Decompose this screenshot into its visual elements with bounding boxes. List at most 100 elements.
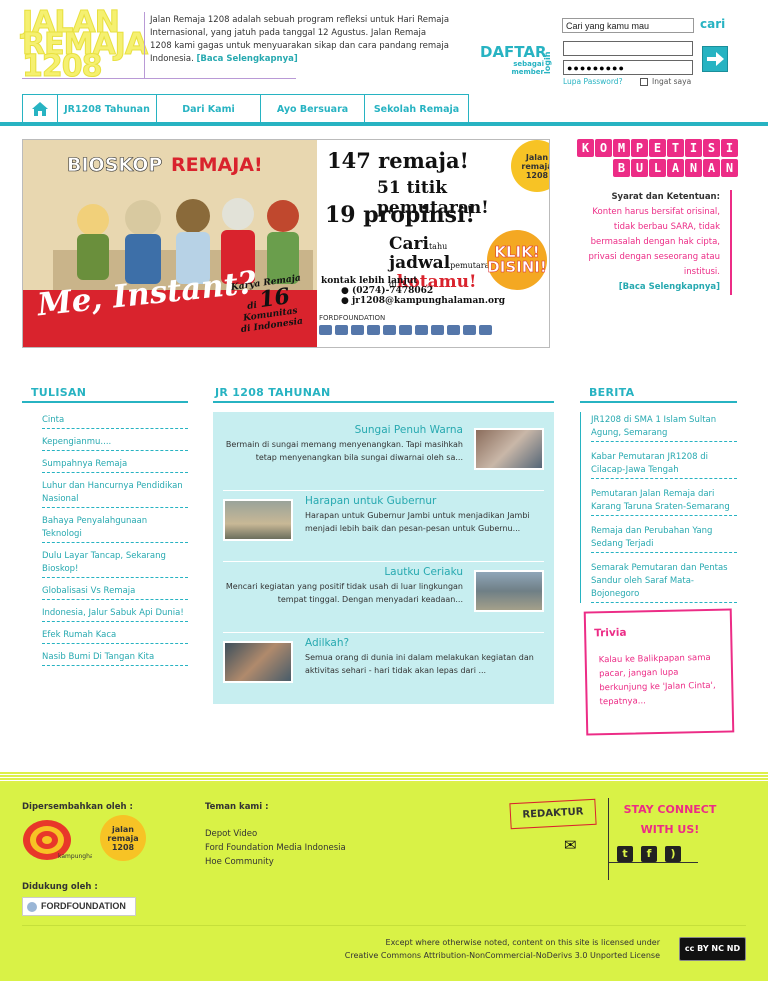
friends-label: Teman kami : xyxy=(205,802,269,812)
remember-me-checkbox[interactable] xyxy=(640,78,648,86)
twitter-icon[interactable]: t xyxy=(617,846,633,862)
trivia-box: Trivia Kalau ke Balikpapan sama pacar, j… xyxy=(583,608,735,736)
facebook-icon[interactable]: f xyxy=(641,846,657,862)
nav-dari-kami[interactable]: Dari Kami xyxy=(156,94,261,123)
article-title[interactable]: Lautku Ceriaku xyxy=(223,566,463,579)
list-item[interactable]: Sumpahnya Remaja xyxy=(42,456,188,473)
list-item[interactable]: Efek Rumah Kaca xyxy=(42,627,188,644)
list-item-link[interactable]: JR1208 di SMA 1 Islam Sultan Agung, Sema… xyxy=(591,415,716,438)
license-text: Except where otherwise noted, content on… xyxy=(330,936,660,962)
list-item-link[interactable]: Kabar Pemutaran JR1208 di Cilacap-Jawa T… xyxy=(591,452,708,475)
article-title[interactable]: Adilkah? xyxy=(305,637,545,650)
password-field[interactable] xyxy=(563,60,693,75)
register-sub-label: sebagai member xyxy=(511,60,544,76)
article-item[interactable]: Sungai Penuh Warna Bermain di sungai mema… xyxy=(223,420,544,491)
promo-banner[interactable]: BIOSKOP REMAJA! Me, Instant? Karya Remaj… xyxy=(22,139,550,348)
list-item-link[interactable]: Dulu Layar Tancap, Sekarang Bioskop! xyxy=(42,551,166,574)
list-item-link[interactable]: Semarak Pemutaran dan Pentas Sandur oleh… xyxy=(591,563,728,599)
nav-ayo-bersuara[interactable]: Ayo Bersuara xyxy=(260,94,365,123)
footer-divider xyxy=(608,798,609,880)
nav-underline xyxy=(0,122,768,126)
nav-home[interactable] xyxy=(22,94,58,123)
list-item-link[interactable]: Bahaya Penyalahgunaan Teknologi xyxy=(42,516,147,539)
article-item[interactable]: Harapan untuk Gubernur Harapan untuk Gube… xyxy=(223,491,544,562)
redaktur-button[interactable]: REDAKTUR xyxy=(509,798,597,830)
list-item[interactable]: Bahaya Penyalahgunaan Teknologi xyxy=(42,513,188,543)
forgot-password-link[interactable]: Lupa Password? xyxy=(563,77,623,86)
list-item-link[interactable]: Remaja dan Perubahan Yang Sedang Terjadi xyxy=(591,526,712,549)
kompetisi-letter: I xyxy=(685,139,702,157)
list-item[interactable]: Indonesia, Jalur Sabuk Api Dunia! xyxy=(42,605,188,622)
ford-foundation-logo[interactable]: FORDFOUNDATION xyxy=(22,897,136,916)
list-item[interactable]: Cinta xyxy=(42,412,188,429)
article-thumbnail[interactable] xyxy=(223,641,293,683)
rss-icon[interactable]: ) xyxy=(665,846,681,862)
list-item[interactable]: Luhur dan Hancurnya Pendidikan Nasional xyxy=(42,478,188,508)
friend-link[interactable]: Hoe Community xyxy=(205,857,274,867)
banner-contact: kontak lebih lanjut ● (0274)-7478062 ● j… xyxy=(321,276,506,306)
list-item[interactable]: Remaja dan Perubahan Yang Sedang Terjadi xyxy=(591,523,737,553)
login-button[interactable] xyxy=(702,46,728,72)
article-thumbnail[interactable] xyxy=(474,428,544,470)
list-item[interactable]: Globalisasi Vs Remaja xyxy=(42,583,188,600)
stay-connect-line-2: WITH US! xyxy=(640,823,700,836)
nav-sekolah-remaja[interactable]: Sekolah Remaja xyxy=(364,94,469,123)
article-item[interactable]: Adilkah? Semua orang di dunia ini dalam m… xyxy=(223,633,544,704)
login-label: login xyxy=(543,51,552,74)
banner-stat-propinsi: 19 propinsi! xyxy=(325,202,476,228)
intro-read-more-link[interactable]: [Baca Selengkapnya] xyxy=(197,54,298,64)
header-underline xyxy=(22,78,296,79)
jalan-remaja-logo[interactable]: jalan remaja 1208 xyxy=(100,815,146,861)
list-item[interactable]: Pemutaran Jalan Remaja dari Karang Tarun… xyxy=(591,486,737,516)
list-item[interactable]: Nasib Bumi Di Tangan Kita xyxy=(42,649,188,666)
list-item[interactable]: Kabar Pemutaran JR1208 di Cilacap-Jawa T… xyxy=(591,449,737,479)
kompetisi-letter: N xyxy=(721,159,738,177)
karya-di: di xyxy=(246,300,258,312)
list-item[interactable]: Semarak Pemutaran dan Pentas Sandur oleh… xyxy=(591,560,737,603)
tulisan-list: Cinta Kepengianmu.... Sumpahnya Remaja Luhu… xyxy=(42,412,188,666)
kompetisi-letter: B xyxy=(613,159,630,177)
article-excerpt: Bermain di sungai memang menyenangkan. T… xyxy=(225,440,463,462)
username-field[interactable] xyxy=(563,41,693,56)
kompetisi-bulanan-title[interactable]: KOMPETISI BULANAN xyxy=(570,139,738,179)
list-item[interactable]: Dulu Layar Tancap, Sekarang Bioskop! xyxy=(42,548,188,578)
list-item[interactable]: JR1208 di SMA 1 Islam Sultan Agung, Sema… xyxy=(591,412,737,442)
list-item-link[interactable]: Efek Rumah Kaca xyxy=(42,630,116,640)
article-thumbnail[interactable] xyxy=(223,499,293,541)
banner-poster: BIOSKOP REMAJA! Me, Instant? Karya Remaj… xyxy=(23,140,317,347)
friend-link[interactable]: Depot Video xyxy=(205,829,257,839)
list-item-link[interactable]: Pemutaran Jalan Remaja dari Karang Tarun… xyxy=(591,489,730,512)
kampunghalaman-logo[interactable]: kampunghalaman xyxy=(22,818,92,862)
kompetisi-read-more-link[interactable]: [Baca Selengkapnya] xyxy=(619,282,720,292)
list-item-link[interactable]: Nasib Bumi Di Tangan Kita xyxy=(42,652,154,662)
footer-stripes xyxy=(0,771,768,783)
intro-text: Jalan Remaja 1208 adalah sebuah program … xyxy=(150,15,450,64)
list-item-link[interactable]: Cinta xyxy=(42,415,64,425)
search-input[interactable] xyxy=(562,18,694,33)
register-link[interactable]: DAFTAR sebagai member xyxy=(480,44,547,76)
article-item[interactable]: Lautku Ceriaku Mencari kegiatan yang posi… xyxy=(223,562,544,633)
trivia-title: Trivia xyxy=(594,626,627,640)
list-item-link[interactable]: Globalisasi Vs Remaja xyxy=(42,586,135,596)
list-item[interactable]: Kepengianmu.... xyxy=(42,434,188,451)
license-link[interactable]: Creative Commons Attribution-NonCommerci… xyxy=(345,951,660,960)
list-item-link[interactable]: Luhur dan Hancurnya Pendidikan Nasional xyxy=(42,481,183,504)
site-logo[interactable]: JALAN REMAJA 1208 xyxy=(22,7,149,82)
article-excerpt: Semua orang di dunia ini dalam melakukan… xyxy=(305,653,534,675)
list-item-link[interactable]: Sumpahnya Remaja xyxy=(42,459,127,469)
stay-connect-heading: STAY CONNECT WITH US! xyxy=(614,800,726,840)
creative-commons-badge[interactable]: cc BY NC ND xyxy=(679,937,746,961)
list-item-link[interactable]: Kepengianmu.... xyxy=(42,437,111,447)
nav-jr1208-tahunan[interactable]: JR1208 Tahunan xyxy=(57,94,157,123)
article-title[interactable]: Sungai Penuh Warna xyxy=(223,424,463,437)
mail-icon[interactable]: ✉ xyxy=(564,836,577,854)
list-item-link[interactable]: Indonesia, Jalur Sabuk Api Dunia! xyxy=(42,608,184,618)
article-thumbnail[interactable] xyxy=(474,570,544,612)
friend-link[interactable]: Ford Foundation Media Indonesia xyxy=(205,843,346,853)
site-intro: Jalan Remaja 1208 adalah sebuah program … xyxy=(150,14,450,66)
article-title[interactable]: Harapan untuk Gubernur xyxy=(305,495,545,508)
presented-by-label: Dipersembahkan oleh : xyxy=(22,802,133,812)
klik-disini-button[interactable]: KLIK! DISINI! xyxy=(487,230,547,290)
search-button[interactable]: cari xyxy=(700,17,725,31)
main-nav: JR1208 Tahunan Dari Kami Ayo Bersuara Se… xyxy=(22,94,469,123)
